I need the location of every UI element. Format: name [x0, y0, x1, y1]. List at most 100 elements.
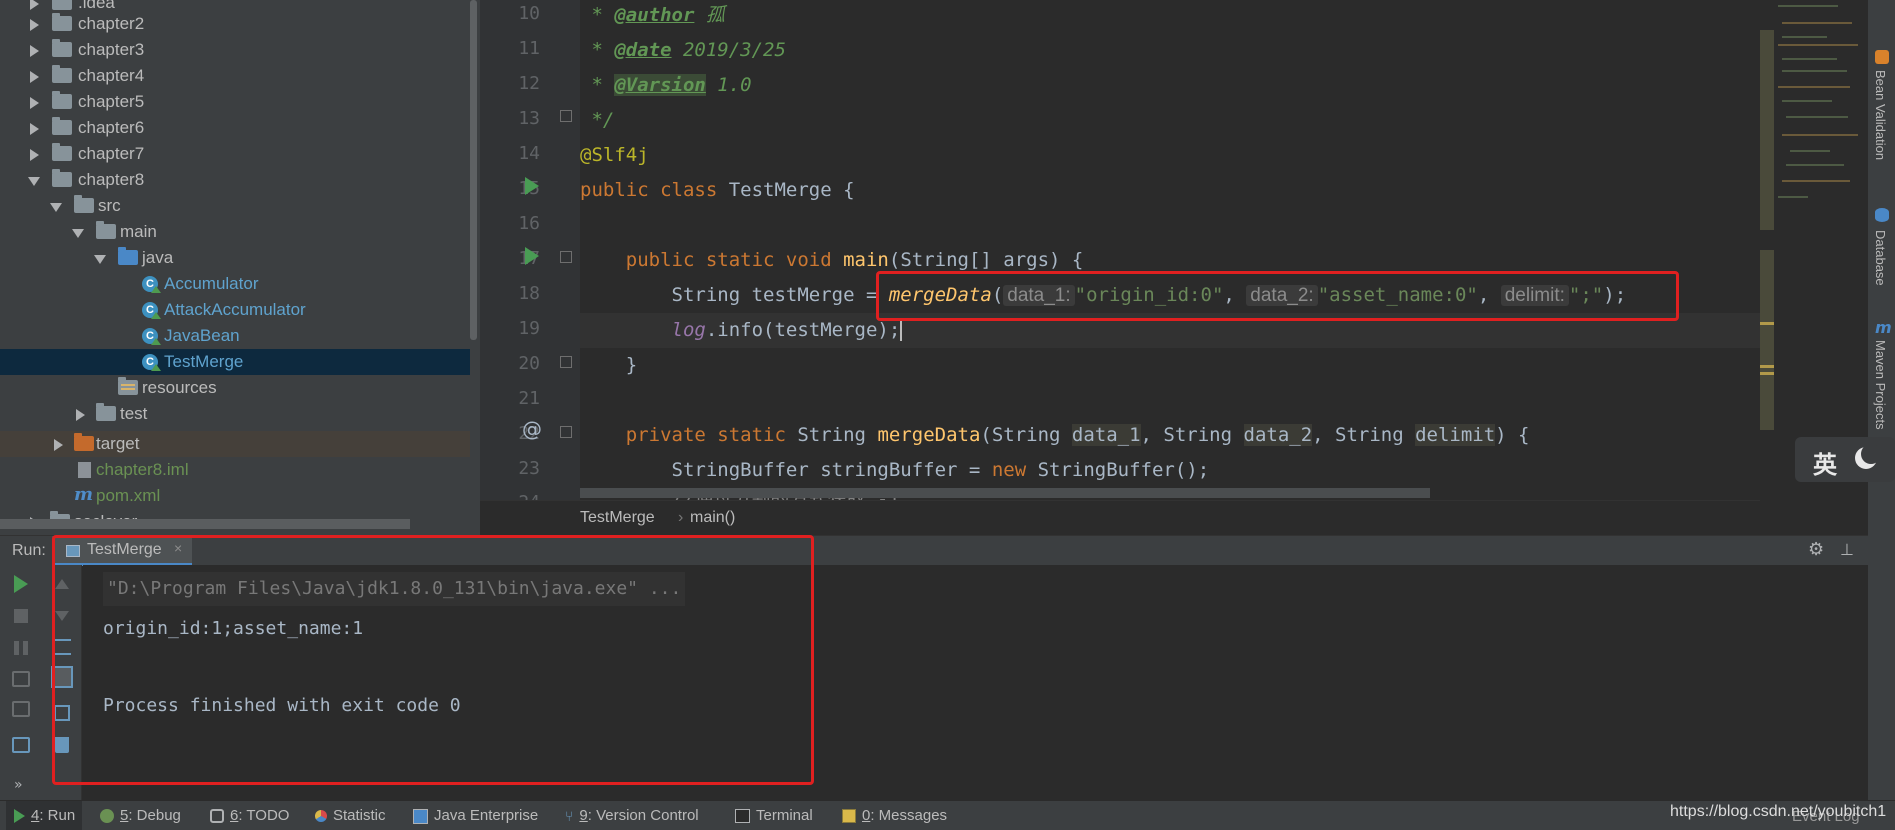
run-main-icon[interactable]	[525, 247, 539, 265]
tool-window-run[interactable]: 4: Run	[6, 801, 82, 830]
collapse-arrow-icon[interactable]	[28, 177, 40, 186]
tool-window-java-enterprise[interactable]: Java Enterprise	[413, 801, 538, 830]
fold-marker-icon[interactable]	[560, 110, 572, 122]
tree-item-javabean[interactable]: C JavaBean	[0, 323, 470, 349]
tree-item-accumulator[interactable]: C Accumulator	[0, 271, 470, 297]
rerun-icon[interactable]	[14, 575, 28, 593]
collapse-arrow-icon[interactable]	[50, 203, 62, 212]
maven-icon[interactable]: m	[1875, 318, 1892, 337]
collapse-arrow-icon[interactable]	[72, 229, 84, 238]
tool-window-version-control[interactable]: ⑂ 9: Version Control	[565, 801, 699, 830]
fold-marker-icon[interactable]	[560, 356, 572, 368]
tree-item-test[interactable]: test	[0, 401, 470, 427]
pause-icon[interactable]	[14, 641, 28, 655]
exit-icon[interactable]	[12, 701, 30, 717]
dump-threads-icon[interactable]	[12, 671, 30, 687]
project-scrollbar-vertical[interactable]	[470, 0, 477, 340]
breadcrumb-method[interactable]: main()	[690, 509, 735, 527]
minimap[interactable]	[1760, 0, 1868, 500]
editor-gutter: 10 11 12 13 14 15 16 17 18 19 20 21 22 2…	[480, 0, 580, 500]
more-icon[interactable]: »	[14, 777, 34, 797]
minimap-line	[1782, 134, 1858, 136]
folder-icon	[52, 169, 72, 187]
line-number: 18	[518, 283, 540, 304]
tool-window-todo[interactable]: 6: TODO	[210, 801, 289, 830]
expand-arrow-icon[interactable]	[30, 149, 39, 161]
stripe-marker[interactable]	[1760, 372, 1774, 375]
folder-icon	[52, 91, 72, 109]
code-editor[interactable]: 10 11 12 13 14 15 16 17 18 19 20 21 22 2…	[480, 0, 1760, 500]
gear-icon[interactable]: ⚙	[1808, 539, 1824, 560]
stripe-marker[interactable]	[1760, 322, 1774, 325]
bean-validation-icon[interactable]	[1875, 50, 1889, 64]
annotation-at-icon[interactable]: @	[522, 417, 542, 441]
project-scrollbar-horizontal[interactable]	[0, 519, 410, 529]
minimap-line	[1778, 196, 1808, 198]
tool-window-debug[interactable]: 5: Debug	[100, 801, 181, 830]
editor-scrollbar-horizontal[interactable]	[580, 488, 1430, 498]
expand-arrow-icon[interactable]	[30, 0, 39, 10]
line-number: 11	[518, 38, 540, 59]
expand-arrow-icon[interactable]	[30, 71, 39, 83]
todo-icon	[210, 809, 224, 824]
breadcrumb-class[interactable]: TestMerge	[580, 509, 655, 527]
tree-item-chapter2[interactable]: chapter2	[0, 11, 470, 37]
tree-item-testmerge[interactable]: C TestMerge	[0, 349, 470, 375]
expand-arrow-icon[interactable]	[30, 123, 39, 135]
collapse-arrow-icon[interactable]	[94, 255, 106, 264]
line-number: 19	[518, 318, 540, 339]
error-stripe[interactable]	[1760, 250, 1774, 430]
tree-item-chapter8-iml[interactable]: chapter8.iml	[0, 457, 470, 483]
folder-icon	[96, 221, 116, 239]
expand-arrow-icon[interactable]	[54, 439, 63, 451]
line-number: 12	[518, 73, 540, 94]
expand-arrow-icon[interactable]	[76, 409, 85, 421]
tree-item-chapter6[interactable]: chapter6	[0, 115, 470, 141]
pie-chart-icon	[315, 810, 327, 823]
tree-item-main[interactable]: main	[0, 219, 470, 245]
fold-marker-icon[interactable]	[560, 426, 572, 438]
database-icon[interactable]	[1875, 208, 1889, 222]
error-stripe[interactable]	[1760, 30, 1774, 230]
highlight-box-method-call	[876, 271, 1679, 321]
tool-window-maven-projects[interactable]: Maven Projects	[1873, 340, 1888, 430]
source-folder-icon	[118, 247, 138, 265]
folder-icon	[52, 117, 72, 135]
stop-icon[interactable]	[14, 609, 28, 623]
iml-file-icon	[78, 462, 91, 478]
run-class-icon[interactable]	[525, 177, 539, 195]
hide-panel-icon[interactable]: ⊥	[1840, 540, 1854, 560]
line-number: 20	[518, 353, 540, 374]
ime-language-label: 英	[1813, 451, 1837, 479]
tree-item-resources[interactable]: resources	[0, 375, 470, 401]
minimap-line	[1782, 70, 1847, 72]
tree-item-chapter4[interactable]: chapter4	[0, 63, 470, 89]
tree-item-chapter7[interactable]: chapter7	[0, 141, 470, 167]
ime-indicator[interactable]: 英	[1795, 437, 1895, 482]
tree-item-chapter5[interactable]: chapter5	[0, 89, 470, 115]
line-number: 10	[518, 3, 540, 24]
tree-item-pom-xml[interactable]: m pom.xml	[0, 483, 470, 509]
tree-item-target[interactable]: target	[0, 431, 470, 457]
expand-arrow-icon[interactable]	[30, 97, 39, 109]
tree-item-chapter8[interactable]: chapter8	[0, 167, 470, 193]
tree-item-chapter3[interactable]: chapter3	[0, 37, 470, 63]
tool-window-bean-validation[interactable]: Bean Validation	[1873, 70, 1888, 160]
stripe-marker[interactable]	[1760, 365, 1774, 368]
tool-window-statistic[interactable]: Statistic	[315, 801, 386, 830]
minimap-line	[1782, 58, 1837, 60]
folder-icon	[52, 39, 72, 57]
tool-window-terminal[interactable]: Terminal	[735, 801, 813, 830]
expand-arrow-icon[interactable]	[30, 45, 39, 57]
tree-item-src[interactable]: src	[0, 193, 470, 219]
expand-arrow-icon[interactable]	[30, 19, 39, 31]
tree-item-java[interactable]: java	[0, 245, 470, 271]
minimap-line	[1790, 150, 1830, 152]
tree-item-attackaccumulator[interactable]: C AttackAccumulator	[0, 297, 470, 323]
tool-window-messages[interactable]: 0: Messages	[842, 801, 947, 830]
code-line-20: }	[625, 354, 638, 376]
tool-window-database[interactable]: Database	[1873, 230, 1888, 286]
layout-icon[interactable]	[12, 737, 30, 753]
maven-file-icon: m	[74, 484, 94, 505]
fold-marker-icon[interactable]	[560, 251, 572, 263]
